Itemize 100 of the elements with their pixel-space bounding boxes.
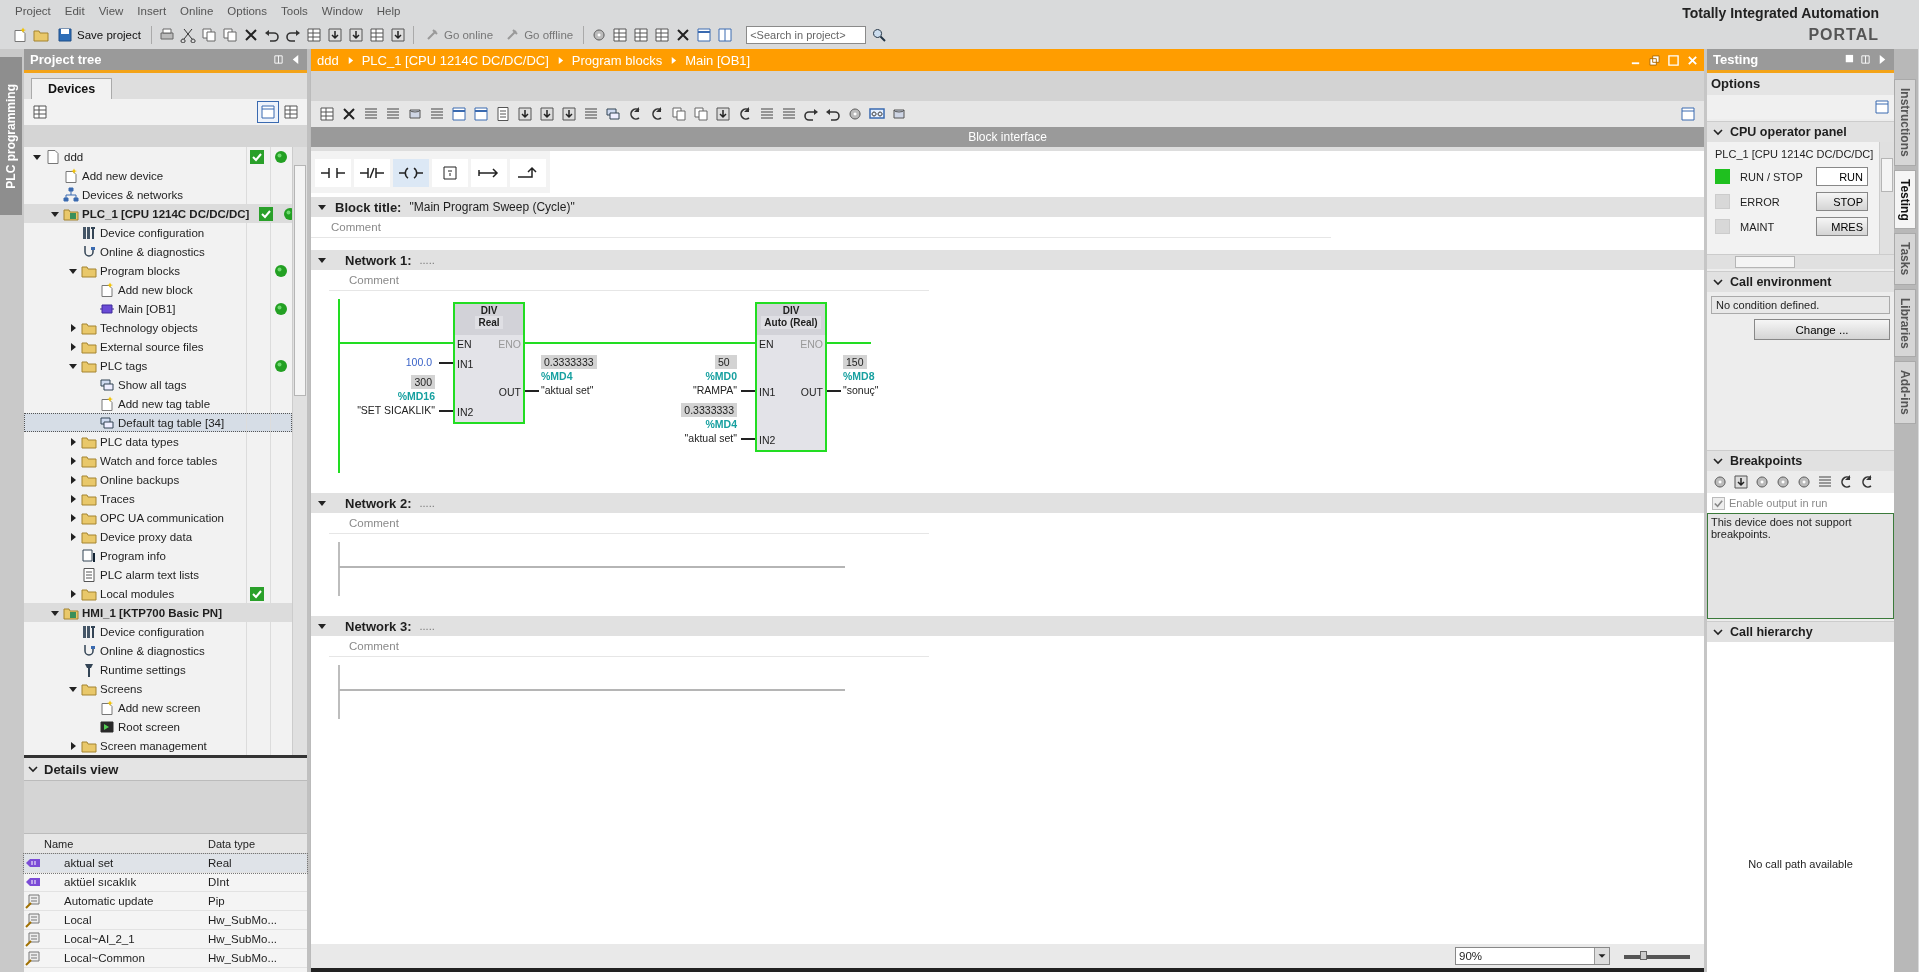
save-project-button[interactable]: Save project [54,27,144,43]
tree-item[interactable]: Device proxy data [24,527,292,546]
gear-icon[interactable] [1775,474,1791,490]
tree-item[interactable]: PLC data types [24,432,292,451]
expanded-arrow-icon[interactable] [317,202,327,212]
window-icon[interactable] [1874,99,1890,115]
tab[interactable]: Devices [31,78,113,99]
database-icon[interactable] [407,106,423,122]
tree-item[interactable]: Runtime settings [24,660,292,679]
operand-tag[interactable]: "aktual set" [684,431,737,445]
open-branch-icon[interactable] [471,159,507,187]
table-icon[interactable] [612,27,629,43]
expanded-arrow-icon[interactable] [317,255,327,265]
tree-item[interactable]: Program blocks [24,261,292,280]
gear-icon[interactable] [1754,474,1770,490]
database-icon[interactable] [891,106,907,122]
window-icon[interactable] [451,106,467,122]
download-icon[interactable] [715,106,731,122]
collapsed-arrow-icon[interactable] [68,322,78,333]
tree-item[interactable]: Add new block [24,280,292,299]
data-type-selector[interactable]: Real [475,316,503,329]
expanded-arrow-icon[interactable] [317,498,327,508]
side-tab[interactable]: Add-ins [1894,361,1916,424]
collapse-icon[interactable] [290,54,301,65]
table-icon[interactable] [368,27,385,43]
side-tab[interactable]: Libraries [1894,288,1916,358]
closed-contact-icon[interactable] [354,159,390,187]
download-icon[interactable] [326,27,343,43]
tree-item[interactable]: OPC UA communication [24,508,292,527]
coil-icon[interactable] [393,159,429,187]
tree-item[interactable]: Technology objects [24,318,292,337]
download-icon[interactable] [517,106,533,122]
table-row[interactable]: Local~AI_2_1 Hw_SubMo... [24,930,307,949]
scrollbar[interactable] [1707,254,1894,269]
section-header[interactable]: Call environment [1707,271,1894,292]
copy-icon[interactable] [693,106,709,122]
search-field[interactable]: <Search in project> [746,26,867,44]
tree-item[interactable]: Show all tags [24,375,292,394]
gear-icon[interactable] [591,27,608,43]
operand-tag[interactable]: "RAMPA" [693,383,737,397]
contact-icon[interactable] [315,159,351,187]
side-tab[interactable]: Testing [1894,169,1916,230]
zoom-dropdown[interactable]: 90% [1455,947,1610,965]
slider-thumb[interactable] [1639,951,1647,960]
table-icon[interactable] [283,104,299,120]
window-icon[interactable] [1680,106,1696,122]
undo-icon[interactable] [825,106,841,122]
mode-button[interactable]: MRES [1816,217,1868,236]
menu-item[interactable]: Tools [274,4,315,17]
network-description[interactable]: ..... [419,497,435,509]
tree-item[interactable]: Online & diagnostics [24,641,292,660]
column-header[interactable]: Name [44,837,204,850]
function-box[interactable]: DIV Real EN ENO IN1 IN2 OUT [453,302,525,424]
download-icon[interactable] [347,27,364,43]
glasses-icon[interactable] [869,106,885,122]
undo-icon[interactable] [263,27,280,43]
expand-icon[interactable] [1877,54,1888,65]
operand-tag[interactable]: "SET SICAKLIK" [357,403,435,417]
split-view-icon[interactable] [717,27,734,43]
copy-icon[interactable] [200,27,217,43]
menu-item[interactable]: Online [173,4,221,17]
tree-item[interactable]: Online backups [24,470,292,489]
tree-item[interactable]: External source files [24,337,292,356]
table-icon[interactable] [633,27,650,43]
collapsed-arrow-icon[interactable] [68,588,78,599]
copy-icon[interactable] [671,106,687,122]
data-type-selector[interactable]: Auto (Real) [761,316,821,329]
gear-icon[interactable] [847,106,863,122]
text-list-icon[interactable] [495,106,511,122]
restore-icon[interactable] [1649,54,1660,66]
redo-icon[interactable] [284,27,301,43]
collapsed-arrow-icon[interactable] [68,512,78,523]
tree-item[interactable]: Program info [24,546,292,565]
network-description[interactable]: ..... [419,254,435,266]
section-header[interactable]: Call hierarchy [1707,621,1894,642]
mode-button[interactable]: STOP [1816,192,1868,211]
column-header[interactable]: Data type [204,837,298,850]
table-row[interactable]: Local~Common Hw_SubMo... [24,949,307,968]
collapsed-arrow-icon[interactable] [68,740,78,751]
close-branch-icon[interactable] [510,159,546,187]
tree-item[interactable]: Traces [24,489,292,508]
tree-item[interactable]: Default tag table [34] [24,413,292,432]
table-icon[interactable] [319,106,335,122]
menu-item[interactable]: Options [220,4,274,17]
new-document-icon[interactable] [12,27,28,43]
collapsed-arrow-icon[interactable] [68,341,78,352]
window-icon[interactable] [696,27,713,43]
comment-field[interactable]: Comment [329,636,929,657]
scrollbar[interactable] [292,147,307,755]
collapsed-arrow-icon[interactable] [68,474,78,485]
printer-icon[interactable] [158,27,175,43]
tree-item[interactable]: Device configuration [24,223,292,242]
tree-item[interactable]: Root screen [24,717,292,736]
operand-tag[interactable]: "sonuç" [843,383,879,397]
collapsed-arrow-icon[interactable] [68,493,78,504]
scrollbar[interactable] [1879,142,1894,254]
collapsed-arrow-icon[interactable] [68,436,78,447]
tree-item[interactable]: PLC tags [24,356,292,375]
table-row[interactable]: Automatic update Pip [24,892,307,911]
tree-item[interactable]: Watch and force tables [24,451,292,470]
